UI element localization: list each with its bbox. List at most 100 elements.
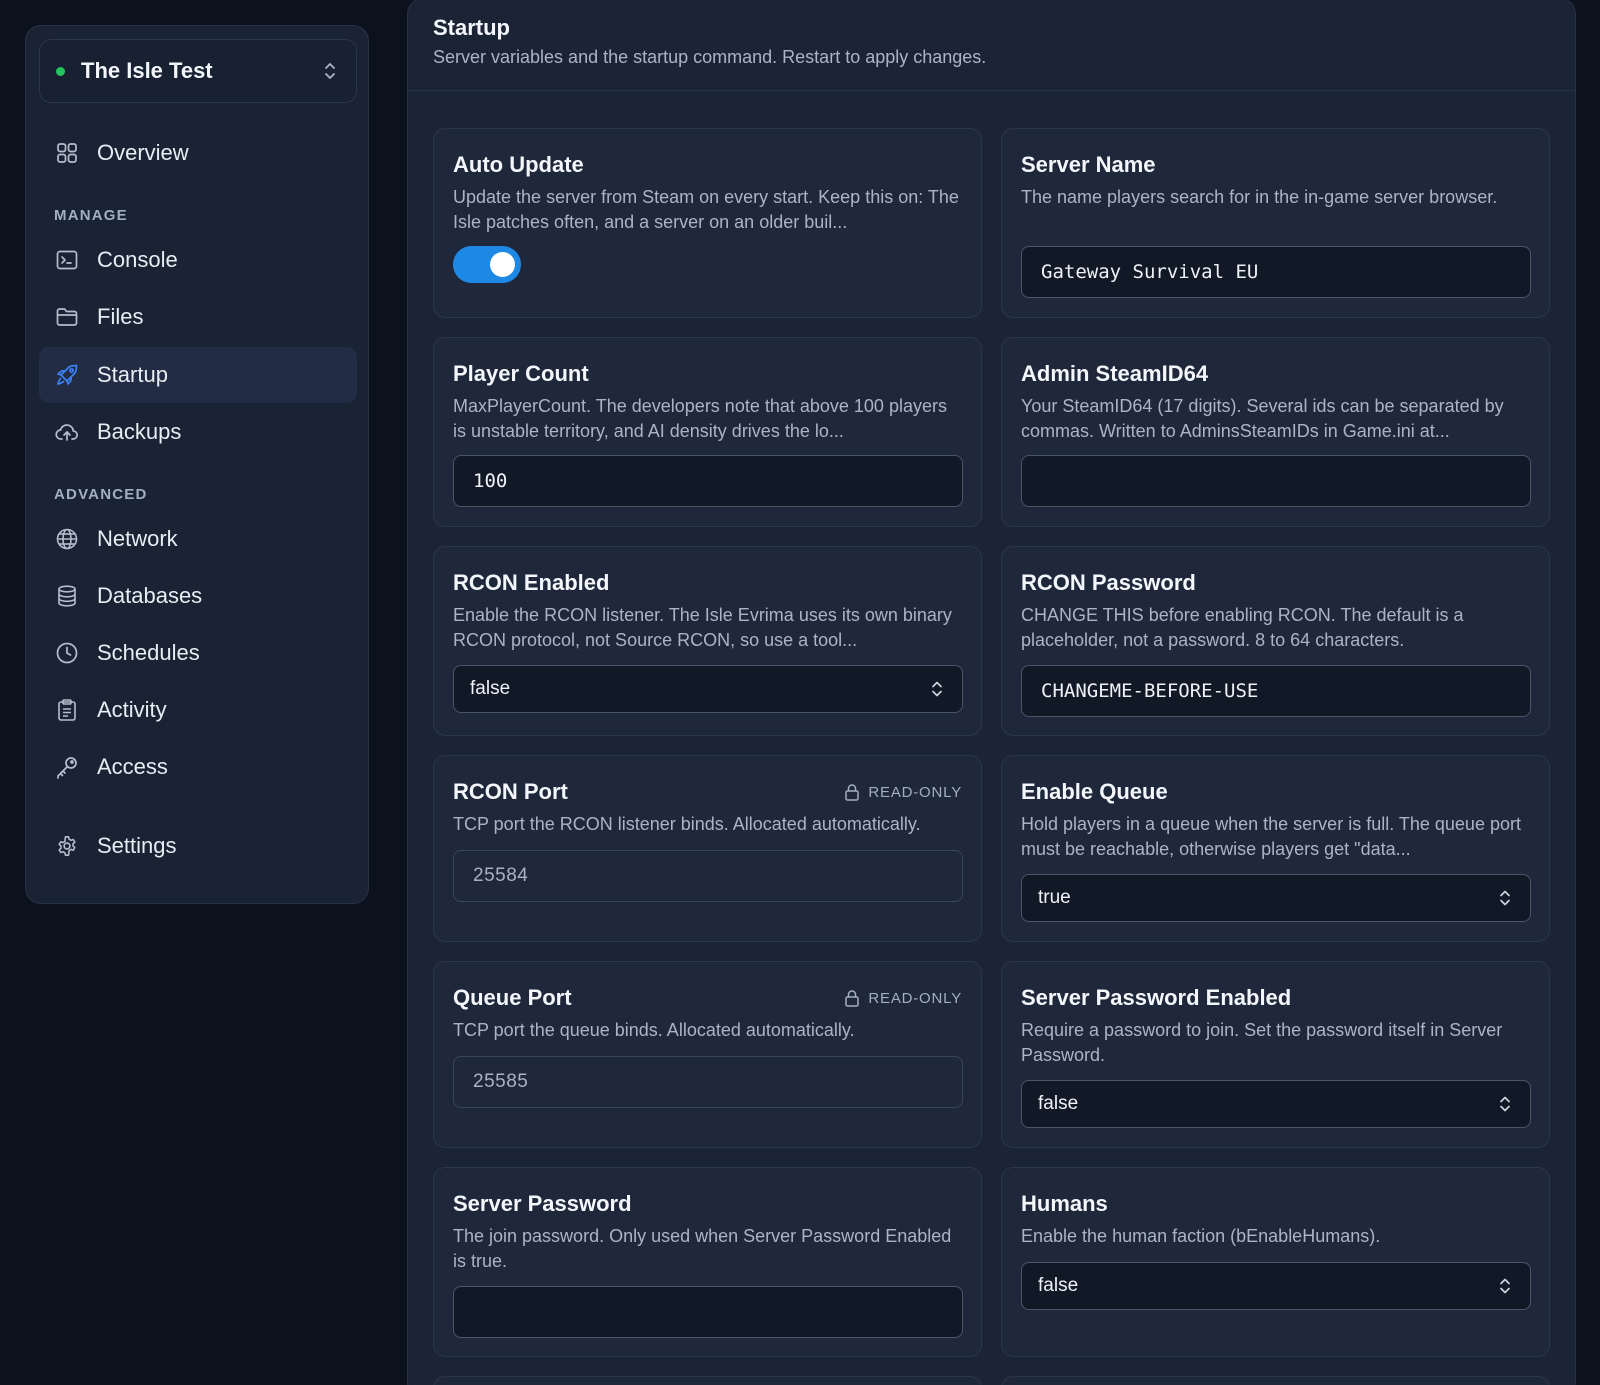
nav-section-manage: MANAGE xyxy=(54,207,128,224)
page-subtitle: Server variables and the startup command… xyxy=(433,47,987,67)
variable-description: The name players search for in the in-ga… xyxy=(1021,187,1498,207)
grid-icon xyxy=(55,141,79,165)
variable-description: TCP port the RCON listener binds. Alloca… xyxy=(453,814,921,834)
server-password-input[interactable] xyxy=(453,1286,963,1338)
variable-title: RCON Port xyxy=(453,779,568,804)
variable-title: Humans xyxy=(1021,1191,1108,1216)
key-icon xyxy=(55,755,79,779)
nav-label-schedules: Schedules xyxy=(97,640,200,665)
nav-label-network: Network xyxy=(97,526,178,551)
startup-panel: Startup Server variables and the startup… xyxy=(407,0,1576,1385)
rcon-enabled-select[interactable]: false xyxy=(453,665,963,713)
rocket-icon xyxy=(55,363,79,387)
variable-card-player-count: Player Count MaxPlayerCount. The develop… xyxy=(433,337,982,527)
variable-description: Hold players in a queue when the server … xyxy=(1021,814,1521,859)
nav-item-databases[interactable]: Databases xyxy=(39,568,357,624)
cloud-upload-icon xyxy=(55,420,79,444)
variable-description: TCP port the queue binds. Allocated auto… xyxy=(453,1020,855,1040)
variable-title: Server Password xyxy=(453,1191,632,1216)
variable-description: Update the server from Steam on every st… xyxy=(453,187,959,232)
server-switcher[interactable]: The Isle Test xyxy=(39,39,357,103)
variable-card-rcon-enabled: RCON Enabled Enable the RCON listener. T… xyxy=(433,546,982,736)
variable-title: RCON Password xyxy=(1021,570,1196,595)
variable-description: MaxPlayerCount. The developers note that… xyxy=(453,396,947,441)
variable-description: Require a password to join. Set the pass… xyxy=(1021,1020,1503,1065)
variable-description: The join password. Only used when Server… xyxy=(453,1226,952,1271)
nav-label-settings: Settings xyxy=(97,833,177,858)
variable-description: CHANGE THIS before enabling RCON. The de… xyxy=(1021,605,1464,650)
page-header: Startup Server variables and the startup… xyxy=(408,0,1575,91)
lock-icon xyxy=(845,990,860,1007)
variable-title: Enable Queue xyxy=(1021,779,1168,804)
toggle-knob xyxy=(490,252,515,277)
nav-label-startup: Startup xyxy=(97,362,168,387)
variable-card-rcon-port: RCON Port READ-ONLY TCP port the RCON li… xyxy=(433,755,982,942)
select-value: false xyxy=(470,678,511,699)
chevron-up-down-icon xyxy=(932,681,942,697)
lock-icon xyxy=(845,784,860,801)
variable-card-next xyxy=(1001,1376,1550,1385)
nav-item-backups[interactable]: Backups xyxy=(39,404,357,460)
nav-item-network[interactable]: Network xyxy=(39,511,357,567)
queue-port-input: 25585 xyxy=(453,1056,963,1108)
database-icon xyxy=(55,584,79,608)
nav-item-settings[interactable]: Settings xyxy=(39,818,357,874)
read-only-label: READ-ONLY xyxy=(868,989,962,1007)
nav-item-activity[interactable]: Activity xyxy=(39,682,357,738)
variable-card-humans: Humans Enable the human faction (bEnable… xyxy=(1001,1167,1550,1357)
server-name: The Isle Test xyxy=(81,58,213,83)
variable-card-server-password: Server Password The join password. Only … xyxy=(433,1167,982,1357)
humans-select[interactable]: false xyxy=(1021,1262,1531,1310)
read-only-badge: READ-ONLY xyxy=(844,783,962,801)
nav-item-schedules[interactable]: Schedules xyxy=(39,625,357,681)
nav-label-overview: Overview xyxy=(97,140,189,165)
variable-title: Admin SteamID64 xyxy=(1021,361,1209,386)
gear-icon xyxy=(55,834,79,858)
variable-title: RCON Enabled xyxy=(453,570,610,595)
variable-title: Server Name xyxy=(1021,152,1156,177)
nav-section-advanced: ADVANCED xyxy=(54,486,148,503)
globe-icon xyxy=(55,527,79,551)
variable-title: Server Password Enabled xyxy=(1021,985,1292,1010)
rcon-password-input[interactable]: CHANGEME-BEFORE-USE xyxy=(1021,665,1531,717)
variable-description: Enable the RCON listener. The Isle Evrim… xyxy=(453,605,952,650)
folder-icon xyxy=(55,305,79,329)
nav-item-console[interactable]: Console xyxy=(39,232,357,288)
nav-label-backups: Backups xyxy=(97,419,182,444)
page-title: Startup xyxy=(433,15,510,40)
variable-card-rcon-password: RCON Password CHANGE THIS before enablin… xyxy=(1001,546,1550,736)
nav-label-databases: Databases xyxy=(97,583,203,608)
chevron-up-down-icon xyxy=(1500,1278,1510,1294)
variable-card-next xyxy=(433,1376,982,1385)
read-only-label: READ-ONLY xyxy=(868,783,962,801)
enable-queue-select[interactable]: true xyxy=(1021,874,1531,922)
terminal-icon xyxy=(55,248,79,272)
variable-card-server-name: Server Name The name players search for … xyxy=(1001,128,1550,318)
read-only-badge: READ-ONLY xyxy=(844,989,962,1007)
nav-item-access[interactable]: Access xyxy=(39,739,357,795)
variable-description: Enable the human faction (bEnableHumans)… xyxy=(1021,1226,1381,1246)
server-password-enabled-select[interactable]: false xyxy=(1021,1080,1531,1128)
server-status-dot xyxy=(56,66,65,76)
nav-label-access: Access xyxy=(97,754,168,779)
chevron-up-down-icon xyxy=(1500,1096,1510,1112)
nav-label-files: Files xyxy=(97,304,144,329)
nav-label-activity: Activity xyxy=(97,697,167,722)
sidebar: The Isle Test Overview MANAGE Console Fi… xyxy=(25,25,369,904)
server-name-input[interactable]: Gateway Survival EU xyxy=(1021,246,1531,298)
player-count-input[interactable]: 100 xyxy=(453,455,963,507)
clock-icon xyxy=(55,641,79,665)
chevron-up-down-icon xyxy=(1500,890,1510,906)
select-value: true xyxy=(1038,887,1071,908)
auto-update-toggle[interactable] xyxy=(453,246,521,283)
nav-item-startup[interactable]: Startup xyxy=(39,347,357,403)
nav-item-overview[interactable]: Overview xyxy=(39,125,357,181)
clipboard-icon xyxy=(55,698,79,722)
variable-title: Queue Port xyxy=(453,985,572,1010)
nav-label-console: Console xyxy=(97,247,178,272)
select-value: false xyxy=(1038,1275,1079,1296)
admin-steamid-input[interactable] xyxy=(1021,455,1531,507)
nav-item-files[interactable]: Files xyxy=(39,289,357,345)
variable-card-enable-queue: Enable Queue Hold players in a queue whe… xyxy=(1001,755,1550,942)
rcon-port-input: 25584 xyxy=(453,850,963,902)
